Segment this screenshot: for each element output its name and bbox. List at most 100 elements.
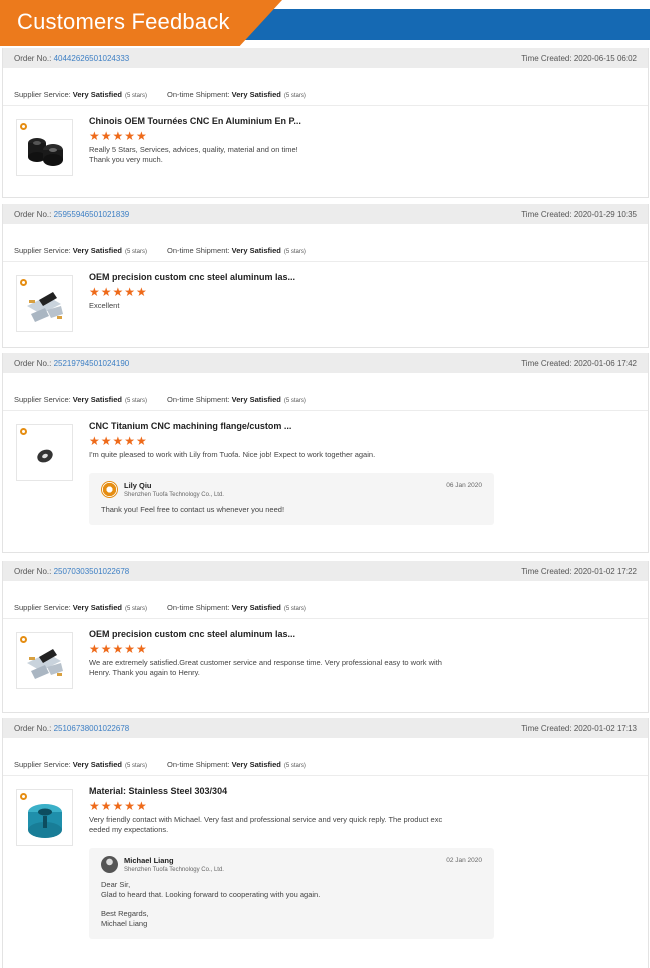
service-ratings: Supplier Service: Very Satisfied (5 stars… (3, 738, 648, 776)
supplier-service-rating: Very Satisfied (72, 246, 122, 255)
time-created-label: Time Created: (521, 566, 572, 576)
order-header: Order No.: 25955946501021839 Time Create… (3, 204, 648, 224)
product-title-link[interactable]: Chinois OEM Tournées CNC En Aluminium En… (89, 116, 648, 126)
comment-line: I'm quite pleased to work with Lily from… (89, 450, 376, 459)
order-no-label: Order No.: (14, 566, 52, 576)
review-comment: Excellent (89, 301, 479, 311)
product-thumbnail[interactable] (16, 275, 73, 332)
service-ratings: Supplier Service: Very Satisfied (5 stars… (3, 373, 648, 411)
time-created: Time Created: 2020-06-15 06:02 (521, 54, 637, 63)
comment-line: Excellent (89, 301, 120, 310)
shipment-rating: Very Satisfied (231, 395, 281, 404)
supplier-stars-text: (5 stars) (125, 93, 148, 99)
reply-author: Lily Qiu (124, 481, 152, 490)
order-no-link[interactable]: 25070303501022678 (54, 567, 130, 576)
time-created-value: 2020-01-02 17:13 (573, 723, 637, 733)
product-title-link[interactable]: Material: Stainless Steel 303/304 (89, 786, 648, 796)
service-ratings: Supplier Service: Very Satisfied (5 stars… (3, 224, 648, 262)
supplier-service-rating: Very Satisfied (72, 603, 122, 612)
avatar (101, 481, 118, 498)
time-created: Time Created: 2020-01-02 17:13 (521, 724, 637, 733)
shipment-label: On-time Shipment: (167, 395, 230, 404)
shipment-stars-text: (5 stars) (283, 398, 306, 404)
reply-line: Michael Liang (101, 919, 148, 928)
avatar (101, 856, 118, 873)
shipment-rating: Very Satisfied (231, 246, 281, 255)
reply-line: Dear Sir, (101, 880, 131, 889)
order-header: Order No.: 25106738001022678 Time Create… (3, 718, 648, 738)
time-created-label: Time Created: (521, 53, 572, 63)
supplier-service-label: Supplier Service: (14, 246, 71, 255)
shipment-stars-text: (5 stars) (283, 606, 306, 612)
comment-line: Thank you very much. (89, 155, 163, 164)
order-no-label: Order No.: (14, 723, 52, 733)
shipment-rating: Very Satisfied (231, 760, 281, 769)
order-header: Order No.: 25070303501022678 Time Create… (3, 561, 648, 581)
order-no-link[interactable]: 25955946501021839 (54, 210, 130, 219)
order-number: Order No.: 40442626501024333 (14, 54, 129, 63)
product-title-link[interactable]: OEM precision custom cnc steel aluminum … (89, 272, 648, 282)
shipment-label: On-time Shipment: (167, 760, 230, 769)
product-title-link[interactable]: CNC Titanium CNC machining flange/custom… (89, 421, 648, 431)
product-thumbnail[interactable] (16, 424, 73, 481)
order-card: Order No.: 25219794501024190 Time Create… (2, 353, 649, 553)
reply-author: Michael Liang (124, 856, 174, 865)
supplier-reply: Lily Qiu Shenzhen Tuofa Technology Co., … (89, 473, 494, 525)
reply-date: 06 Jan 2020 (446, 482, 482, 489)
order-no-link[interactable]: 40442626501024333 (54, 54, 130, 63)
order-number: Order No.: 25106738001022678 (14, 724, 129, 733)
star-rating: ★★★★★ (89, 642, 148, 656)
reply-text: Dear Sir, Glad to heard that. Looking fo… (101, 880, 482, 929)
review-comment: We are extremely satisfied.Great custome… (89, 658, 479, 678)
order-card: Order No.: 25070303501022678 Time Create… (2, 561, 649, 713)
order-no-label: Order No.: (14, 358, 52, 368)
product-thumbnail[interactable] (16, 632, 73, 689)
service-ratings: Supplier Service: Very Satisfied (5 stars… (3, 581, 648, 619)
supplier-stars-text: (5 stars) (125, 606, 148, 612)
order-card: Order No.: 25106738001022678 Time Create… (2, 718, 649, 968)
order-header: Order No.: 40442626501024333 Time Create… (3, 48, 648, 68)
supplier-service-rating: Very Satisfied (72, 395, 122, 404)
product-review: CNC Titanium CNC machining flange/custom… (3, 411, 648, 533)
time-created: Time Created: 2020-01-02 17:22 (521, 567, 637, 576)
reply-line: Glad to heard that. Looking forward to c… (101, 890, 321, 899)
shipment-rating: Very Satisfied (231, 90, 281, 99)
order-number: Order No.: 25070303501022678 (14, 567, 129, 576)
supplier-service-rating: Very Satisfied (72, 760, 122, 769)
reply-text: Thank you! Feel free to contact us whene… (101, 505, 482, 515)
supplier-service-rating: Very Satisfied (72, 90, 122, 99)
service-ratings: Supplier Service: Very Satisfied (5 stars… (3, 68, 648, 106)
time-created-label: Time Created: (521, 209, 572, 219)
star-rating: ★★★★★ (89, 285, 148, 299)
order-no-link[interactable]: 25106738001022678 (54, 724, 130, 733)
time-created-value: 2020-01-29 10:35 (573, 209, 637, 219)
comment-line: Very friendly contact with Michael. Very… (89, 815, 443, 824)
comment-line: We are extremely satisfied.Great custome… (89, 658, 442, 667)
comment-line: Henry. Thank you again to Henry. (89, 668, 200, 677)
time-created: Time Created: 2020-01-06 17:42 (521, 359, 637, 368)
order-no-link[interactable]: 25219794501024190 (54, 359, 130, 368)
product-review: Chinois OEM Tournées CNC En Aluminium En… (3, 106, 648, 184)
badge-icon (20, 793, 27, 800)
star-rating: ★★★★★ (89, 434, 148, 448)
supplier-service-label: Supplier Service: (14, 603, 71, 612)
shipment-rating: Very Satisfied (231, 603, 281, 612)
product-review: Material: Stainless Steel 303/304 ★★★★★ … (3, 776, 648, 947)
comment-line: eeded my expectations. (89, 825, 169, 834)
star-rating: ★★★★★ (89, 129, 148, 143)
product-title-link[interactable]: OEM precision custom cnc steel aluminum … (89, 629, 648, 639)
shipment-label: On-time Shipment: (167, 90, 230, 99)
header-banner: Customers Feedback (0, 0, 650, 47)
product-thumbnail[interactable] (16, 119, 73, 176)
reply-company: Shenzhen Tuofa Technology Co., Ltd. (124, 492, 224, 498)
order-card: Order No.: 25955946501021839 Time Create… (2, 204, 649, 348)
product-thumbnail[interactable] (16, 789, 73, 846)
reply-date: 02 Jan 2020 (446, 857, 482, 864)
review-comment: I'm quite pleased to work with Lily from… (89, 450, 479, 460)
supplier-service-label: Supplier Service: (14, 395, 71, 404)
shipment-stars-text: (5 stars) (283, 763, 306, 769)
shipment-stars-text: (5 stars) (283, 93, 306, 99)
review-comment: Really 5 Stars, Services, advices, quali… (89, 145, 479, 165)
badge-icon (20, 279, 27, 286)
order-header: Order No.: 25219794501024190 Time Create… (3, 353, 648, 373)
